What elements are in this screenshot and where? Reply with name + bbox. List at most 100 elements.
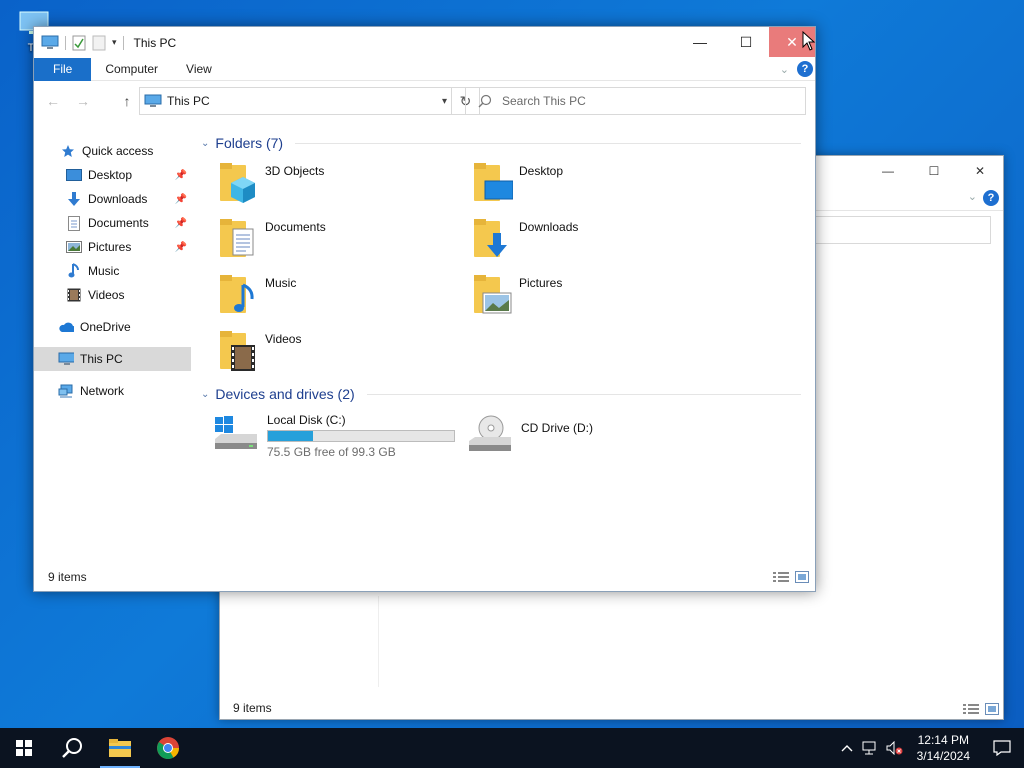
drive-tile-cd-drive-d[interactable]: CD Drive (D:) <box>467 413 707 461</box>
downloads-folder-icon <box>473 217 513 261</box>
customize-toolbar-dropdown-icon[interactable]: ▾ <box>112 37 117 48</box>
breadcrumb-item-this-pc[interactable]: This PC <box>167 94 210 108</box>
folder-name: Videos <box>265 332 302 346</box>
system-clock[interactable]: 12:14 PM 3/14/2024 <box>907 732 980 764</box>
cloud-icon <box>58 319 74 335</box>
drive-capacity-bar <box>267 430 455 442</box>
large-icons-view-icon[interactable] <box>985 703 999 715</box>
sidebar-item-desktop[interactable]: Desktop 📌 <box>34 163 191 187</box>
folder-tile-documents[interactable]: Documents <box>219 217 459 265</box>
desktop-icon <box>66 167 82 183</box>
pin-icon[interactable]: 📌 <box>175 170 187 181</box>
videos-folder-icon <box>219 329 259 373</box>
this-pc-icon <box>144 94 162 107</box>
picture-icon <box>66 239 82 255</box>
sidebar-item-label: Music <box>88 264 120 278</box>
sidebar-item-downloads[interactable]: Downloads 📌 <box>34 187 191 211</box>
desktop-folder-icon <box>473 161 514 205</box>
pin-icon[interactable]: 📌 <box>175 242 187 253</box>
folder-tile-videos[interactable]: Videos <box>219 329 459 377</box>
toolbar-separator <box>122 35 124 50</box>
chevron-down-icon[interactable]: ⌄ <box>201 138 209 149</box>
status-bar: 9 items <box>34 563 815 591</box>
minimize-button[interactable]: — <box>677 27 723 57</box>
search-input[interactable] <box>502 94 782 108</box>
notifications-icon[interactable] <box>980 740 1024 756</box>
sidebar-item-onedrive[interactable]: OneDrive <box>34 315 191 339</box>
up-arrow-icon[interactable]: ↑ <box>117 91 137 111</box>
taskbar-file-explorer[interactable] <box>96 728 144 768</box>
navigation-pane: Quick access Desktop 📌 Downloads 📌 Docum… <box>34 131 191 561</box>
documents-folder-icon <box>219 217 259 261</box>
folder-tile-downloads[interactable]: Downloads <box>473 217 713 265</box>
drive-tile-local-disk-c[interactable]: Local Disk (C:) 75.5 GB free of 99.3 GB <box>213 413 473 461</box>
back-arrow-icon[interactable]: ← <box>43 91 63 111</box>
folder-tile-3d-objects[interactable]: 3D Objects <box>219 161 459 209</box>
tab-computer[interactable]: Computer <box>91 58 172 81</box>
close-button[interactable]: ✕ <box>957 156 1003 186</box>
start-button[interactable] <box>0 728 48 768</box>
search-button[interactable] <box>48 728 96 768</box>
sidebar-item-videos[interactable]: Videos <box>34 283 191 307</box>
address-bar[interactable]: This PC ▾ <box>139 87 452 115</box>
forward-arrow-icon[interactable]: → <box>73 91 93 111</box>
chevron-down-icon[interactable]: ⌄ <box>201 389 209 400</box>
sidebar-item-this-pc[interactable]: This PC <box>34 347 191 371</box>
help-icon[interactable]: ? <box>797 61 813 77</box>
file-explorer-icon <box>109 739 131 757</box>
large-icons-view-icon[interactable] <box>795 571 809 583</box>
clock-time: 12:14 PM <box>917 733 969 747</box>
group-divider <box>366 393 801 395</box>
title-bar[interactable]: ▾ This PC — ☐ ✕ <box>34 27 815 58</box>
details-view-icon[interactable] <box>963 703 979 715</box>
sidebar-item-pictures[interactable]: Pictures 📌 <box>34 235 191 259</box>
folder-tile-music[interactable]: Music <box>219 273 459 321</box>
system-tray: 12:14 PM 3/14/2024 <box>835 728 1024 768</box>
folder-tile-pictures[interactable]: Pictures <box>473 273 713 321</box>
show-hidden-icons-chevron-icon[interactable] <box>835 744 859 752</box>
sidebar-item-quick-access[interactable]: Quick access <box>34 139 191 163</box>
minimize-button[interactable]: — <box>865 156 911 186</box>
maximize-button[interactable]: ☐ <box>911 156 957 186</box>
sidebar-item-label: Pictures <box>88 240 132 254</box>
new-folder-icon[interactable] <box>92 35 106 51</box>
pin-icon[interactable]: 📌 <box>175 218 187 229</box>
address-dropdown-chevron-icon[interactable]: ▾ <box>442 96 447 107</box>
sidebar-item-music[interactable]: Music <box>34 259 191 283</box>
sidebar-item-label: This PC <box>80 352 123 366</box>
devices-group-header[interactable]: ⌄ Devices and drives (2) <box>201 386 801 402</box>
drive-free-space: 75.5 GB free of 99.3 GB <box>267 445 396 459</box>
download-arrow-icon <box>66 191 82 207</box>
music-note-icon <box>66 263 82 279</box>
pictures-folder-icon <box>473 273 513 317</box>
item-count: 9 items <box>48 570 87 584</box>
network-status-icon[interactable] <box>859 741 883 755</box>
explorer-window[interactable]: ▾ This PC — ☐ ✕ File Computer View ⌄ ? ←… <box>33 26 816 592</box>
search-box[interactable] <box>465 87 806 115</box>
help-icon[interactable]: ? <box>983 190 999 206</box>
folder-tile-desktop[interactable]: Desktop <box>473 161 713 209</box>
tab-file[interactable]: File <box>34 57 92 81</box>
navigation-bar: ← → ↑ This PC ▾ ↻ <box>34 85 815 117</box>
drive-capacity-fill <box>268 431 313 441</box>
chevron-down-icon[interactable]: ⌄ <box>968 190 977 203</box>
sidebar-item-network[interactable]: Network <box>34 379 191 403</box>
search-icon <box>478 94 492 108</box>
pin-icon[interactable]: 📌 <box>175 194 187 205</box>
taskbar-chrome[interactable] <box>144 728 192 768</box>
folder-name: Downloads <box>519 220 579 234</box>
expand-ribbon-chevron-icon[interactable]: ⌄ <box>780 63 789 76</box>
properties-icon[interactable] <box>72 35 86 51</box>
maximize-button[interactable]: ☐ <box>723 27 769 57</box>
star-icon <box>60 143 76 159</box>
sidebar-item-documents[interactable]: Documents 📌 <box>34 211 191 235</box>
volume-muted-icon[interactable] <box>883 741 907 755</box>
folder-name: Desktop <box>519 164 564 178</box>
tab-view[interactable]: View <box>172 58 226 81</box>
details-view-icon[interactable] <box>773 571 789 583</box>
toolbar-separator <box>65 35 66 50</box>
this-pc-icon[interactable] <box>41 35 59 51</box>
folder-name: 3D Objects <box>265 164 325 178</box>
folder-name: Music <box>265 276 297 290</box>
folders-group-header[interactable]: ⌄ Folders (7) <box>201 135 801 151</box>
